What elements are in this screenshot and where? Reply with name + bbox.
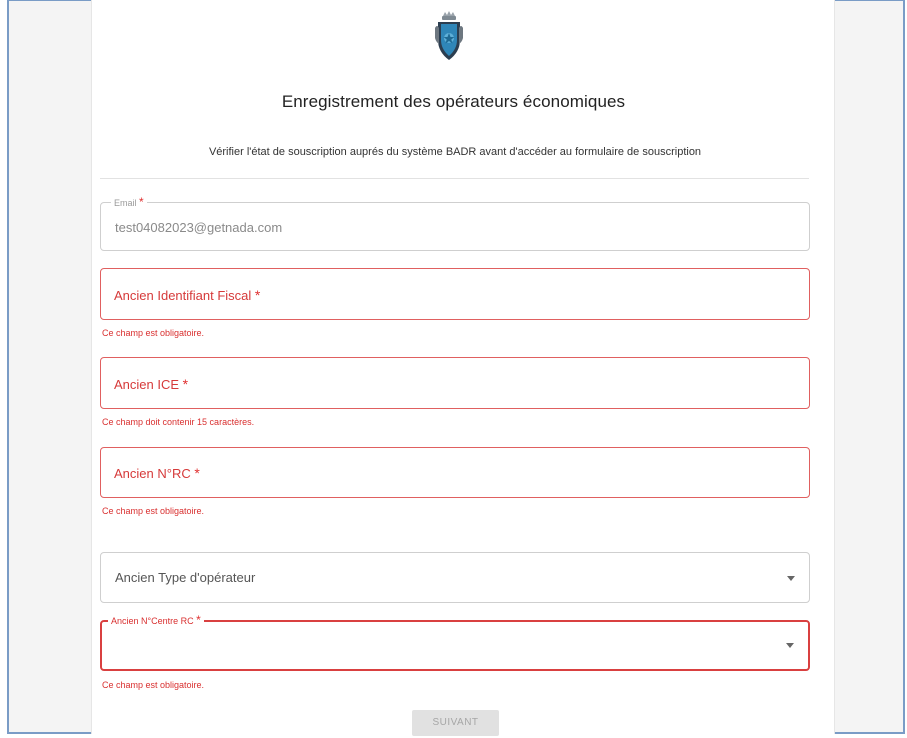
suivant-button[interactable]: SUIVANT — [412, 710, 499, 736]
identifiant-fiscal-field[interactable]: Ancien Identifiant Fiscal * — [100, 268, 810, 320]
rc-field[interactable]: Ancien N°RC * — [100, 447, 810, 498]
centre-rc-select[interactable]: Ancien N°Centre RC * — [100, 614, 810, 671]
ice-error: Ce champ doit contenir 15 caractères. — [102, 417, 255, 427]
caret-down-icon — [787, 576, 795, 581]
identifiant-fiscal-label: Ancien Identifiant Fiscal * — [114, 287, 261, 303]
email-label: Email * — [111, 196, 147, 209]
rc-label: Ancien N°RC * — [114, 465, 200, 481]
page-title: Enregistrement des opérateurs économique… — [281, 92, 626, 111]
email-field[interactable]: Email * test04082023@getnada.com — [100, 196, 810, 251]
page-subtitle: Vérifier l'état de souscription auprés d… — [208, 146, 702, 158]
identifiant-fiscal-error: Ce champ est obligatoire. — [102, 328, 205, 338]
caret-down-icon — [786, 643, 794, 648]
email-value: test04082023@getnada.com — [115, 220, 283, 235]
type-operateur-label: Ancien Type d'opérateur — [115, 570, 256, 585]
ice-field[interactable]: Ancien ICE * — [100, 357, 810, 409]
divider — [100, 178, 809, 179]
ice-label: Ancien ICE * — [114, 376, 189, 392]
centre-rc-label: Ancien N°Centre RC * — [108, 614, 204, 627]
rc-error: Ce champ est obligatoire. — [102, 506, 205, 516]
centre-rc-error: Ce champ est obligatoire. — [102, 680, 205, 690]
type-operateur-select[interactable]: Ancien Type d'opérateur — [100, 552, 810, 603]
coat-of-arms-icon — [435, 11, 463, 60]
